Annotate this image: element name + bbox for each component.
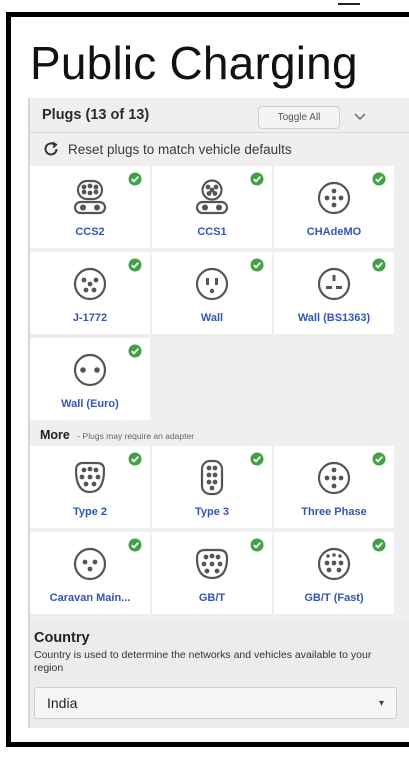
reset-plugs-button[interactable]: Reset plugs to match vehicle defaults xyxy=(42,138,292,160)
plug-option-wall-bs1363[interactable]: Wall (BS1363) xyxy=(274,252,394,334)
chevron-down-icon[interactable] xyxy=(352,108,368,124)
more-note: - Plugs may require an adapter xyxy=(77,431,195,441)
plug-option-wall-euro[interactable]: Wall (Euro) xyxy=(30,338,150,420)
check-icon xyxy=(250,258,264,272)
check-icon xyxy=(372,452,386,466)
plug-grid: CCS2 CCS1 CHAdeMO J-1772 Wall Wall (BS1363) Wa… xyxy=(30,166,409,424)
plug-label: Type 2 xyxy=(72,506,108,518)
check-icon xyxy=(128,538,142,552)
plug-label: GB/T (Fast) xyxy=(304,592,364,604)
toggle-all-button[interactable]: Toggle All xyxy=(258,106,340,129)
ccs1-icon xyxy=(195,179,229,215)
plug-option-chademo[interactable]: CHAdeMO xyxy=(274,166,394,248)
chademo-icon xyxy=(317,181,351,215)
plug-label: Wall (BS1363) xyxy=(297,312,371,324)
more-plugs-header: More - Plugs may require an adapter xyxy=(40,428,194,442)
plug-label: CCS2 xyxy=(75,226,105,238)
reset-icon xyxy=(44,141,58,156)
reset-plugs-label: Reset plugs to match vehicle defaults xyxy=(68,141,292,157)
three-phase-icon xyxy=(317,461,351,495)
more-label: More xyxy=(40,428,70,442)
bs1363-icon xyxy=(317,267,351,301)
plug-label: Wall xyxy=(200,312,224,324)
check-icon xyxy=(250,172,264,186)
plug-label: J-1772 xyxy=(72,312,108,324)
plug-option-caravan-main[interactable]: Caravan Main... xyxy=(30,532,150,614)
euro-outlet-icon xyxy=(73,353,107,387)
plug-label: CHAdeMO xyxy=(306,226,362,238)
country-value: India xyxy=(47,695,78,711)
country-description: Country is used to determine the network… xyxy=(34,649,372,674)
wall-outlet-icon xyxy=(195,267,229,301)
plug-option-type-2[interactable]: Type 2 xyxy=(30,446,150,528)
gbt-fast-icon xyxy=(317,547,351,581)
check-icon xyxy=(372,258,386,272)
top-edge-line xyxy=(338,3,360,5)
plug-option-j-1772[interactable]: J-1772 xyxy=(30,252,150,334)
check-icon xyxy=(250,452,264,466)
type3-icon xyxy=(200,459,224,496)
plug-option-ccs2[interactable]: CCS2 xyxy=(30,166,150,248)
more-plug-grid: Type 2 Type 3 Three Phase Caravan Main... GB… xyxy=(30,446,409,616)
plug-label: Wall (Euro) xyxy=(61,398,119,410)
plug-label: CCS1 xyxy=(197,226,227,238)
plug-label: Three Phase xyxy=(301,506,367,518)
select-caret-icon: ▾ xyxy=(378,697,384,709)
check-icon xyxy=(128,452,142,466)
ccs2-icon xyxy=(73,179,107,215)
country-select[interactable]: India ▾ xyxy=(34,687,397,719)
check-icon xyxy=(128,172,142,186)
type2-icon xyxy=(74,461,106,494)
plug-option-gb-t[interactable]: GB/T xyxy=(152,532,272,614)
plug-filter-panel: Plugs (13 of 13) Toggle All Reset plugs … xyxy=(28,98,409,728)
check-icon xyxy=(250,538,264,552)
check-icon xyxy=(372,538,386,552)
plug-option-three-phase[interactable]: Three Phase xyxy=(274,446,394,528)
plugs-header: Plugs (13 of 13) xyxy=(42,107,150,123)
country-title: Country xyxy=(34,630,90,646)
page-title: Public Charging xyxy=(30,37,358,89)
plug-label: Caravan Main... xyxy=(49,592,131,604)
header-divider xyxy=(30,132,409,133)
caravan-mains-icon xyxy=(73,547,107,581)
gbt-icon xyxy=(195,548,229,580)
country-section: Country Country is used to determine the… xyxy=(30,618,409,728)
plug-option-gb-t-fast[interactable]: GB/T (Fast) xyxy=(274,532,394,614)
j1772-icon xyxy=(73,267,107,301)
check-icon xyxy=(128,344,142,358)
plug-option-type-3[interactable]: Type 3 xyxy=(152,446,272,528)
check-icon xyxy=(128,258,142,272)
plug-option-ccs1[interactable]: CCS1 xyxy=(152,166,272,248)
check-icon xyxy=(372,172,386,186)
plug-label: Type 3 xyxy=(194,506,230,518)
plug-option-wall[interactable]: Wall xyxy=(152,252,272,334)
plug-label: GB/T xyxy=(198,592,226,604)
